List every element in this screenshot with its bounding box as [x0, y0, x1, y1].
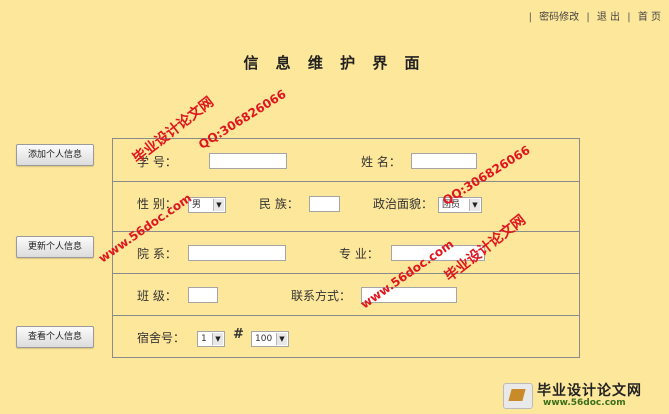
form-row-dorm: 宿舍号： 1 ▼ # 100 ▼	[113, 315, 579, 357]
info-form: 学 号： 姓 名： 性 别： 男 ▼ 民 族： 政治面貌： 团员 ▼ 院 系： …	[112, 138, 580, 358]
change-password-link[interactable]: 密码修改	[539, 12, 579, 23]
logo-title: 毕业设计论文网	[537, 383, 642, 399]
top-nav: | 密码修改 | 退 出 | 首 页	[525, 8, 661, 23]
political-status-select[interactable]: 团员 ▼	[438, 197, 482, 213]
view-info-button[interactable]: 查看个人信息	[16, 326, 94, 348]
department-input[interactable]	[188, 245, 286, 261]
name-label: 姓 名：	[361, 155, 401, 169]
political-status-value: 团员	[442, 200, 461, 210]
form-row-personal: 性 别： 男 ▼ 民 族： 政治面貌： 团员 ▼	[113, 181, 579, 232]
site-logo: 毕业设计论文网 www.56doc.com	[503, 380, 663, 410]
dorm-building-select[interactable]: 1 ▼	[197, 331, 225, 347]
ethnicity-input[interactable]	[309, 196, 340, 212]
contact-label: 联系方式：	[291, 289, 352, 303]
contact-input[interactable]	[361, 287, 457, 303]
nav-separator: |	[627, 12, 631, 23]
nav-separator: |	[528, 12, 532, 23]
logo-url: www.56doc.com	[543, 398, 626, 408]
gender-value: 男	[192, 200, 202, 210]
major-label: 专 业：	[339, 247, 379, 261]
class-label: 班 级：	[137, 289, 177, 303]
home-link[interactable]: 首 页	[638, 12, 661, 23]
chevron-down-icon: ▼	[276, 333, 287, 345]
dorm-room-select[interactable]: 100 ▼	[251, 331, 289, 347]
form-row-id-name: 学 号： 姓 名：	[113, 139, 579, 182]
book-icon	[503, 383, 533, 409]
department-label: 院 系：	[137, 247, 177, 261]
update-info-button[interactable]: 更新个人信息	[16, 236, 94, 258]
chevron-down-icon: ▼	[212, 333, 223, 345]
political-status-label: 政治面貌：	[373, 197, 434, 211]
ethnicity-label: 民 族：	[259, 197, 299, 211]
form-row-dept-major: 院 系： 专 业：	[113, 231, 579, 274]
chevron-down-icon: ▼	[469, 199, 480, 211]
student-id-label: 学 号：	[137, 155, 177, 169]
class-input[interactable]	[188, 287, 218, 303]
hash-label: #	[233, 327, 244, 342]
form-row-class-contact: 班 级： 联系方式：	[113, 273, 579, 316]
dorm-building-value: 1	[201, 334, 207, 344]
logout-link[interactable]: 退 出	[597, 12, 620, 23]
nav-separator: |	[586, 12, 590, 23]
gender-select[interactable]: 男 ▼	[188, 197, 226, 213]
gender-label: 性 别：	[137, 197, 177, 211]
page-title: 信 息 维 护 界 面	[243, 54, 426, 72]
chevron-down-icon: ▼	[213, 199, 224, 211]
dorm-label: 宿舍号：	[137, 331, 186, 345]
dorm-room-value: 100	[255, 334, 273, 344]
major-input[interactable]	[391, 245, 485, 261]
add-info-button[interactable]: 添加个人信息	[16, 144, 94, 166]
name-input[interactable]	[411, 153, 477, 169]
student-id-input[interactable]	[209, 153, 287, 169]
